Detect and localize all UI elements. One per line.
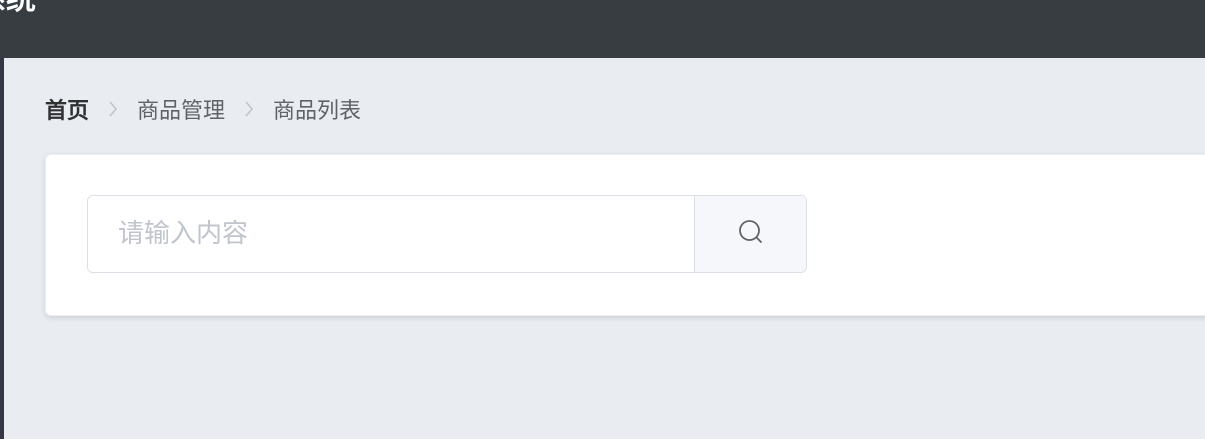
search-card [45, 154, 1205, 316]
app-title: 系统 [0, 0, 36, 20]
search-icon [737, 218, 765, 250]
main-content: 首页 商品管理 商品列表 [4, 58, 1205, 439]
app-header: 系统 [0, 0, 1205, 58]
breadcrumb-item-goods-list: 商品列表 [273, 99, 362, 124]
breadcrumb: 首页 商品管理 商品列表 [45, 94, 361, 124]
breadcrumb-item-goods-management[interactable]: 商品管理 [137, 93, 225, 125]
search-button[interactable] [694, 196, 806, 272]
search-input-group [87, 195, 807, 273]
search-input[interactable] [88, 196, 694, 272]
chevron-right-icon [225, 100, 273, 118]
breadcrumb-item-home[interactable]: 首页 [45, 93, 89, 125]
chevron-right-icon [89, 100, 137, 118]
